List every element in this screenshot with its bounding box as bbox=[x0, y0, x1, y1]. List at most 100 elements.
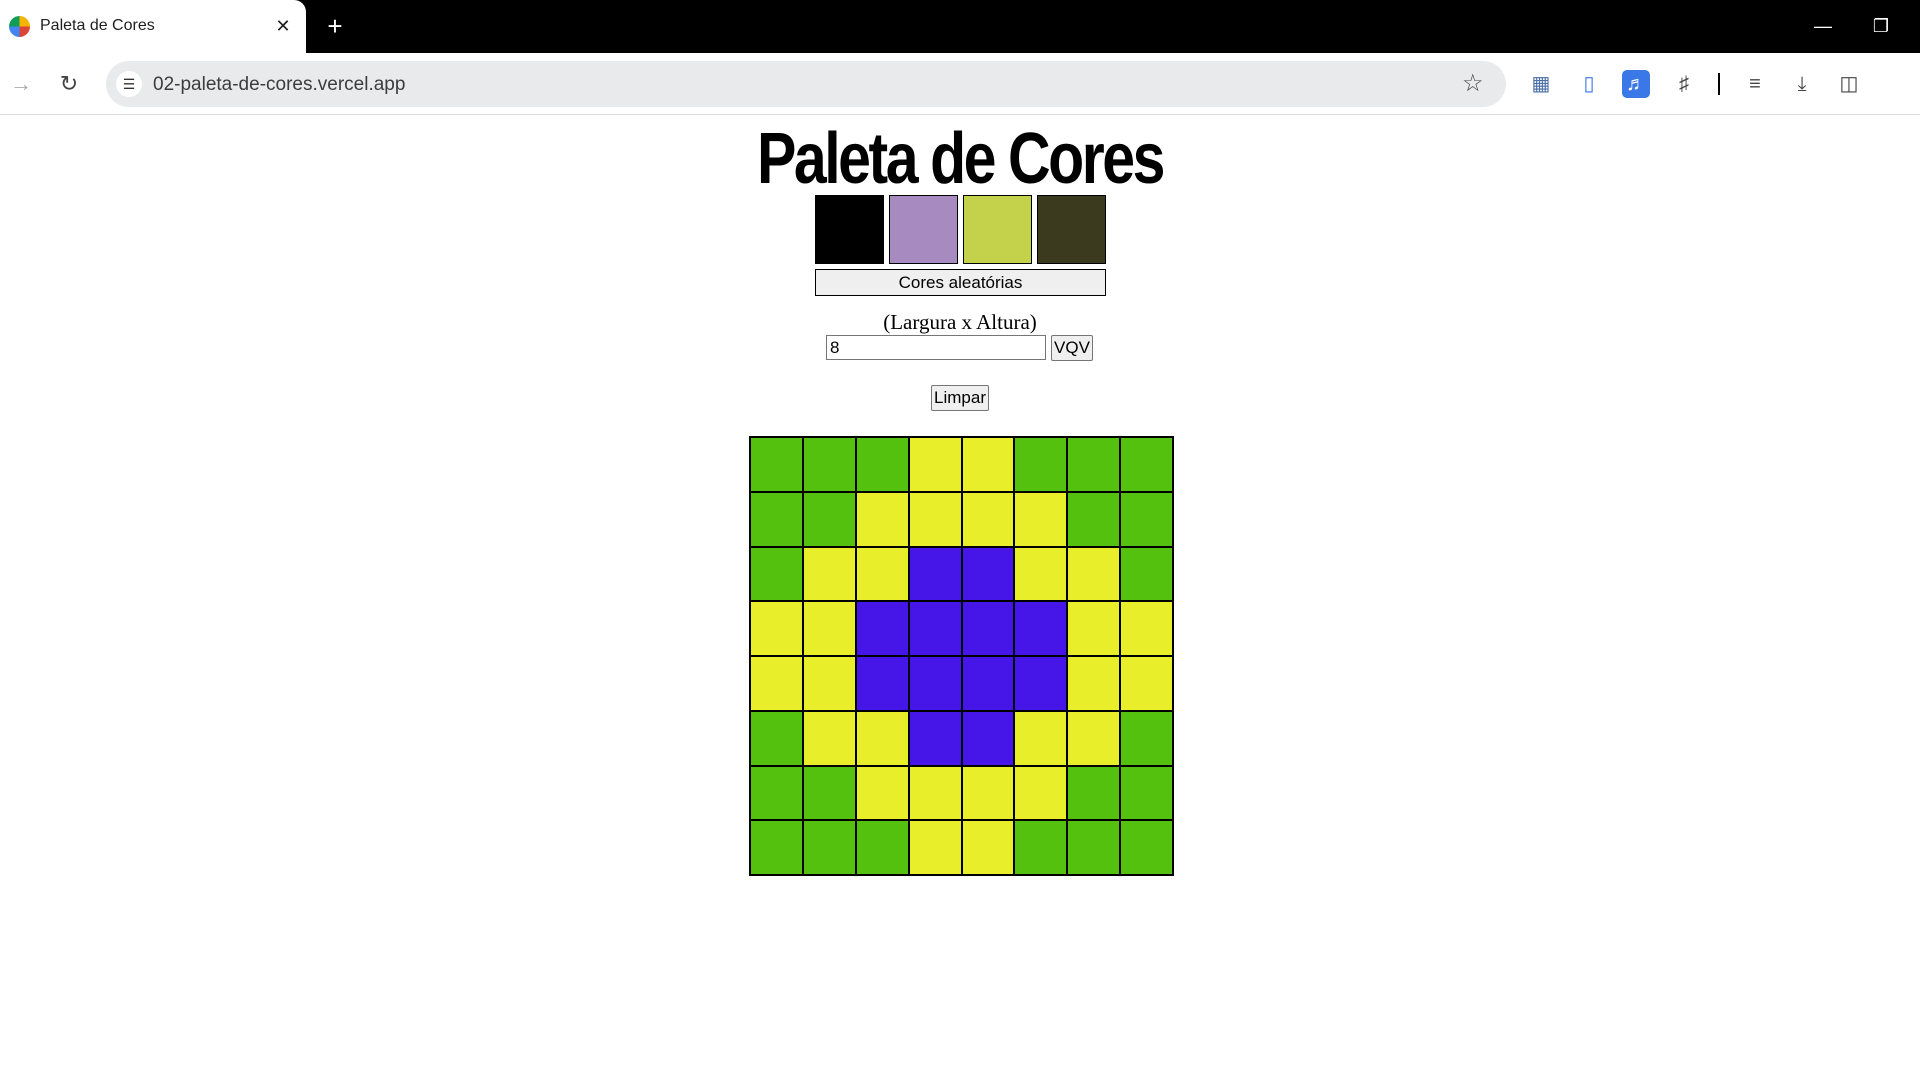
pixel[interactable] bbox=[802, 491, 856, 547]
pixel[interactable] bbox=[855, 546, 909, 602]
pixel[interactable] bbox=[1120, 491, 1173, 547]
pixel[interactable] bbox=[1067, 601, 1121, 656]
pixel[interactable] bbox=[855, 820, 909, 875]
pixel[interactable] bbox=[1120, 820, 1173, 875]
pixel[interactable] bbox=[750, 820, 803, 875]
pixel[interactable] bbox=[961, 546, 1015, 602]
pixel[interactable] bbox=[855, 656, 909, 711]
pixel[interactable] bbox=[750, 656, 803, 711]
pixel[interactable] bbox=[1014, 656, 1068, 711]
pixel[interactable] bbox=[908, 820, 962, 875]
pixel[interactable] bbox=[750, 491, 803, 547]
pixel[interactable] bbox=[908, 656, 962, 711]
pixel[interactable] bbox=[855, 437, 909, 492]
pixel[interactable] bbox=[908, 765, 962, 821]
pixel[interactable] bbox=[1014, 546, 1068, 602]
clear-board-button[interactable]: Limpar bbox=[931, 385, 989, 411]
pixel[interactable] bbox=[802, 710, 856, 766]
pixel[interactable] bbox=[750, 546, 803, 602]
page-content: Paleta de Cores Cores aleatórias (Largur… bbox=[0, 115, 1920, 1080]
pixel[interactable] bbox=[855, 491, 909, 547]
page-title: Paleta de Cores bbox=[756, 119, 1166, 199]
pixel[interactable] bbox=[802, 601, 856, 656]
pixel[interactable] bbox=[1014, 765, 1068, 821]
side-panel-icon[interactable]: ◫ bbox=[1835, 70, 1863, 98]
reload-icon[interactable]: ↻ bbox=[52, 67, 86, 101]
generate-board-button[interactable]: VQV bbox=[1051, 335, 1093, 361]
pixel[interactable] bbox=[1067, 546, 1121, 602]
close-tab-icon[interactable]: ✕ bbox=[272, 14, 294, 38]
pixel[interactable] bbox=[1067, 820, 1121, 875]
pixel[interactable] bbox=[961, 765, 1015, 821]
new-tab-button[interactable]: + bbox=[320, 12, 350, 42]
pixel[interactable] bbox=[1120, 765, 1173, 821]
pixel[interactable] bbox=[908, 710, 962, 766]
tab-title: Paleta de Cores bbox=[40, 17, 155, 34]
pixel[interactable] bbox=[1067, 765, 1121, 821]
pixel[interactable] bbox=[961, 437, 1015, 492]
pixel[interactable] bbox=[750, 710, 803, 766]
url-text[interactable]: 02-paleta-de-cores.vercel.app bbox=[153, 74, 405, 96]
random-colors-button[interactable]: Cores aleatórias bbox=[815, 269, 1106, 296]
pixel[interactable] bbox=[1120, 656, 1173, 711]
pixel[interactable] bbox=[1014, 820, 1068, 875]
media-control-icon[interactable]: ≡ bbox=[1741, 70, 1769, 98]
pixel-board bbox=[749, 436, 1174, 876]
favicon-icon bbox=[9, 16, 30, 37]
pixel[interactable] bbox=[1014, 601, 1068, 656]
browser-tab[interactable]: Paleta de Cores ✕ bbox=[0, 0, 306, 53]
pixel[interactable] bbox=[750, 765, 803, 821]
pixel[interactable] bbox=[961, 491, 1015, 547]
pixel[interactable] bbox=[802, 546, 856, 602]
palette-color-2[interactable] bbox=[889, 195, 958, 264]
pixel[interactable] bbox=[908, 491, 962, 547]
pixel[interactable] bbox=[1067, 710, 1121, 766]
pixel[interactable] bbox=[855, 710, 909, 766]
pixel[interactable] bbox=[855, 601, 909, 656]
palette-color-3[interactable] bbox=[963, 195, 1032, 264]
pixel[interactable] bbox=[1067, 437, 1121, 492]
pixel[interactable] bbox=[1120, 710, 1173, 766]
pixel[interactable] bbox=[961, 601, 1015, 656]
translate-extension-icon[interactable]: ▦ bbox=[1527, 70, 1555, 98]
pixel[interactable] bbox=[908, 437, 962, 492]
color-palette bbox=[815, 195, 1106, 265]
pixel[interactable] bbox=[961, 710, 1015, 766]
pixel[interactable] bbox=[1014, 710, 1068, 766]
pixel[interactable] bbox=[1120, 601, 1173, 656]
pixel[interactable] bbox=[802, 656, 856, 711]
document-extension-icon[interactable]: ▯ bbox=[1575, 70, 1603, 98]
pixel[interactable] bbox=[1014, 437, 1068, 492]
pixel[interactable] bbox=[961, 656, 1015, 711]
pixel[interactable] bbox=[802, 765, 856, 821]
pixel[interactable] bbox=[802, 820, 856, 875]
extensions-puzzle-icon[interactable]: ♯ bbox=[1670, 70, 1698, 98]
pixel[interactable] bbox=[1120, 546, 1173, 602]
minimize-icon[interactable]: — bbox=[1808, 14, 1838, 38]
palette-color-4[interactable] bbox=[1037, 195, 1106, 264]
bookmark-star-icon[interactable]: ☆ bbox=[1462, 70, 1484, 98]
pixel[interactable] bbox=[1067, 656, 1121, 711]
pixel[interactable] bbox=[1014, 491, 1068, 547]
pixel[interactable] bbox=[750, 437, 803, 492]
site-info-icon[interactable]: ☰ bbox=[116, 71, 142, 97]
toolbar-divider bbox=[1718, 73, 1720, 95]
audio-extension-icon[interactable]: ♬ bbox=[1622, 70, 1650, 98]
pixel[interactable] bbox=[1067, 491, 1121, 547]
pixel[interactable] bbox=[1120, 437, 1173, 492]
pixel[interactable] bbox=[908, 601, 962, 656]
pixel[interactable] bbox=[908, 546, 962, 602]
board-size-input[interactable] bbox=[826, 335, 1046, 360]
browser-titlebar: Paleta de Cores ✕ + — ❐ bbox=[0, 0, 1920, 53]
forward-icon[interactable]: → bbox=[4, 67, 38, 101]
pixel[interactable] bbox=[855, 765, 909, 821]
browser-toolbar: → ↻ ☰ 02-paleta-de-cores.vercel.app ☆ ▦ … bbox=[0, 53, 1920, 115]
pixel[interactable] bbox=[750, 601, 803, 656]
address-bar[interactable]: ☰ 02-paleta-de-cores.vercel.app ☆ bbox=[106, 61, 1506, 107]
pixel[interactable] bbox=[802, 437, 856, 492]
palette-color-1[interactable] bbox=[815, 195, 884, 264]
board-size-label: (Largura x Altura) bbox=[883, 310, 1037, 334]
pixel[interactable] bbox=[961, 820, 1015, 875]
restore-icon[interactable]: ❐ bbox=[1866, 14, 1896, 38]
download-icon[interactable]: ⤓ bbox=[1788, 70, 1816, 98]
